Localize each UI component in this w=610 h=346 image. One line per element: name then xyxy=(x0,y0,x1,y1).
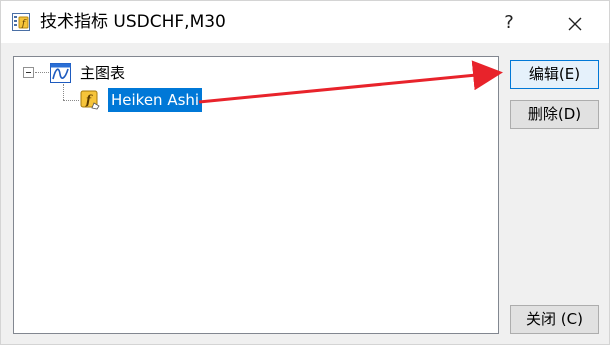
window-title: 技术指标 USDCHF,M30 xyxy=(40,12,226,32)
close-window-button[interactable] xyxy=(557,8,593,38)
tree-connector xyxy=(63,84,64,100)
close-button[interactable]: 关闭 (C) xyxy=(510,305,599,334)
tree-item-heiken-ashi[interactable]: Heiken Ashi xyxy=(108,88,203,112)
custom-indicator-f-icon: f xyxy=(80,90,100,110)
indicator-dialog: f 技术指标 USDCHF,M30 ? 主图表 f Heiken Ashi 编辑… xyxy=(0,0,610,345)
main-chart-icon xyxy=(50,63,71,83)
edit-button[interactable]: 编辑(E) xyxy=(510,60,599,89)
title-bar: f 技术指标 USDCHF,M30 ? xyxy=(1,1,609,43)
tree-item-main-chart[interactable]: 主图表 xyxy=(80,63,125,83)
delete-button[interactable]: 删除(D) xyxy=(510,100,599,129)
minus-icon xyxy=(26,72,31,73)
close-icon xyxy=(568,17,582,30)
tree-connector xyxy=(35,72,49,73)
tree-connector xyxy=(63,100,79,101)
collapse-toggle[interactable] xyxy=(23,67,34,78)
help-button[interactable]: ? xyxy=(492,8,526,38)
indicator-app-icon: f xyxy=(12,13,30,31)
indicator-tree[interactable]: 主图表 f Heiken Ashi xyxy=(13,56,499,334)
